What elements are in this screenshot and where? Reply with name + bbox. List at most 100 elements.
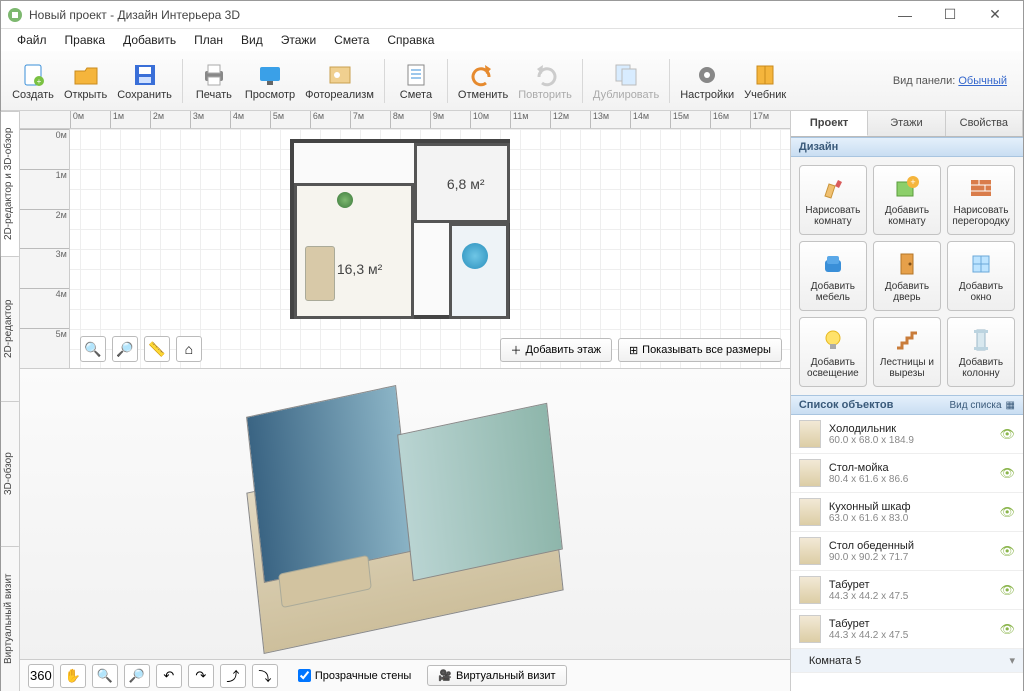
ruler-horizontal: 0м1м2м3м4м5м6м7м8м9м10м11м12м13м14м15м16… bbox=[20, 111, 790, 129]
room-2[interactable]: 6,8 м² bbox=[414, 143, 510, 223]
list-item[interactable]: Холодильник60.0 x 68.0 x 184.9👁 bbox=[791, 415, 1023, 454]
visibility-toggle[interactable]: 👁 bbox=[1000, 583, 1015, 597]
visibility-toggle[interactable]: 👁 bbox=[1000, 544, 1015, 558]
room-1-area-label: 16,3 м² bbox=[337, 261, 382, 277]
draw-partition-button[interactable]: Нарисовать перегородку bbox=[947, 165, 1015, 235]
virtual-visit-button[interactable]: 🎥Виртуальный визит bbox=[427, 665, 566, 686]
tab-3d[interactable]: 3D-обзор bbox=[1, 401, 19, 546]
photoreal-button[interactable]: Фотореализм bbox=[300, 56, 379, 106]
stairs-cutouts-button[interactable]: Лестницы и вырезы bbox=[873, 317, 941, 387]
rotate-left-button[interactable]: ↶ bbox=[156, 664, 182, 688]
pan-button[interactable]: ✋ bbox=[60, 664, 86, 688]
pencil-icon bbox=[819, 174, 847, 202]
tilt-up-button[interactable]: ⤴ bbox=[220, 664, 246, 688]
maximize-button[interactable]: ☐ bbox=[928, 1, 972, 29]
tab-virtual[interactable]: Виртуальный визит bbox=[1, 546, 19, 691]
transparent-walls-toggle[interactable]: Прозрачные стены bbox=[298, 669, 411, 682]
list-item[interactable]: Комната 5▾ bbox=[791, 649, 1023, 673]
main-toolbar: +Создать Открыть Сохранить Печать Просмо… bbox=[1, 51, 1023, 111]
right-panel: Проект Этажи Свойства Дизайн Нарисовать … bbox=[790, 111, 1023, 691]
save-button[interactable]: Сохранить bbox=[112, 56, 177, 106]
tab-project[interactable]: Проект bbox=[791, 111, 868, 136]
room-1[interactable]: 16,3 м² bbox=[294, 183, 414, 319]
menu-file[interactable]: Файл bbox=[9, 31, 55, 49]
object-thumb bbox=[799, 576, 821, 604]
duplicate-button[interactable]: Дублировать bbox=[588, 56, 664, 106]
room-2-area-label: 6,8 м² bbox=[447, 176, 485, 192]
create-button[interactable]: +Создать bbox=[7, 56, 59, 106]
add-window-button[interactable]: Добавить окно bbox=[947, 241, 1015, 311]
menu-view[interactable]: Вид bbox=[233, 31, 271, 49]
visibility-toggle[interactable]: 👁 bbox=[1000, 466, 1015, 480]
list-item[interactable]: Кухонный шкаф63.0 x 61.6 x 83.0👁 bbox=[791, 493, 1023, 532]
measure-tool[interactable]: 📏 bbox=[144, 336, 170, 362]
objects-list[interactable]: Холодильник60.0 x 68.0 x 184.9👁 Стол-мой… bbox=[791, 415, 1023, 691]
add-room-button[interactable]: +Добавить комнату bbox=[873, 165, 941, 235]
rotate-360-button[interactable]: 360 bbox=[28, 664, 54, 688]
svg-text:+: + bbox=[37, 77, 42, 86]
home-view-button[interactable]: ⌂ bbox=[176, 336, 202, 362]
estimate-button[interactable]: Смета bbox=[390, 56, 442, 106]
menu-add[interactable]: Добавить bbox=[115, 31, 184, 49]
tab-2d[interactable]: 2D-редактор bbox=[1, 256, 19, 401]
close-button[interactable]: ✕ bbox=[973, 1, 1017, 29]
menu-edit[interactable]: Правка bbox=[57, 31, 114, 49]
visibility-toggle[interactable]: 👁 bbox=[1000, 505, 1015, 519]
panel-mode-link[interactable]: Обычный bbox=[958, 75, 1007, 87]
open-button[interactable]: Открыть bbox=[59, 56, 112, 106]
add-lighting-button[interactable]: Добавить освещение bbox=[799, 317, 867, 387]
object-thumb bbox=[799, 459, 821, 487]
svg-text:+: + bbox=[910, 177, 915, 187]
redo-icon bbox=[529, 61, 561, 89]
add-floor-button[interactable]: ＋Добавить этаж bbox=[500, 338, 612, 362]
tab-properties[interactable]: Свойства bbox=[946, 111, 1023, 136]
selected-object-handle[interactable] bbox=[462, 243, 488, 269]
objects-section-header: Список объектов Вид списка ▦ bbox=[791, 395, 1023, 415]
list-item[interactable]: Табурет44.3 x 44.2 x 47.5👁 bbox=[791, 610, 1023, 649]
plant-object[interactable] bbox=[337, 192, 353, 208]
floor-plan[interactable]: 16,3 м² 6,8 м² bbox=[290, 139, 510, 319]
visibility-toggle[interactable]: 👁 bbox=[1000, 622, 1015, 636]
plan-2d-viewport[interactable]: 0м1м2м3м4м5м 16,3 м² 6,8 м² 🔍 🔎 📏 ⌂ bbox=[20, 129, 790, 369]
undo-button[interactable]: Отменить bbox=[453, 56, 513, 106]
zoom-out-3d-button[interactable]: 🔍 bbox=[92, 664, 118, 688]
print-button[interactable]: Печать bbox=[188, 56, 240, 106]
rotate-right-button[interactable]: ↷ bbox=[188, 664, 214, 688]
tutorial-button[interactable]: Учебник bbox=[739, 56, 791, 106]
add-furniture-button[interactable]: Добавить мебель bbox=[799, 241, 867, 311]
menu-plan[interactable]: План bbox=[186, 31, 231, 49]
ruler-vertical: 0м1м2м3м4м5м bbox=[20, 129, 70, 368]
show-all-dims-button[interactable]: ⊞Показывать все размеры bbox=[618, 338, 782, 362]
wall-right-3d bbox=[397, 403, 563, 582]
add-door-button[interactable]: Добавить дверь bbox=[873, 241, 941, 311]
room-3[interactable] bbox=[449, 223, 509, 319]
zoom-in-3d-button[interactable]: 🔎 bbox=[124, 664, 150, 688]
stairs-icon bbox=[893, 326, 921, 354]
add-column-button[interactable]: Добавить колонну bbox=[947, 317, 1015, 387]
tab-2d-3d[interactable]: 2D-редактор и 3D-обзор bbox=[1, 111, 19, 256]
redo-button[interactable]: Повторить bbox=[513, 56, 577, 106]
list-item[interactable]: Стол-мойка80.4 x 61.6 x 86.6👁 bbox=[791, 454, 1023, 493]
list-item[interactable]: Табурет44.3 x 44.2 x 47.5👁 bbox=[791, 571, 1023, 610]
preview-button[interactable]: Просмотр bbox=[240, 56, 300, 106]
window-icon bbox=[967, 250, 995, 278]
zoom-out-button[interactable]: 🔍 bbox=[80, 336, 106, 362]
tab-floors[interactable]: Этажи bbox=[868, 111, 945, 136]
sofa-object[interactable] bbox=[305, 246, 335, 301]
view-3d-viewport[interactable] bbox=[20, 369, 790, 659]
object-thumb bbox=[799, 537, 821, 565]
visibility-toggle[interactable]: 👁 bbox=[1000, 427, 1015, 441]
draw-room-button[interactable]: Нарисовать комнату bbox=[799, 165, 867, 235]
menubar: Файл Правка Добавить План Вид Этажи Смет… bbox=[1, 29, 1023, 51]
list-item[interactable]: Стол обеденный90.0 x 90.2 x 71.7👁 bbox=[791, 532, 1023, 571]
menu-floors[interactable]: Этажи bbox=[273, 31, 324, 49]
zoom-in-button[interactable]: 🔎 bbox=[112, 336, 138, 362]
list-view-toggle[interactable]: ▦ bbox=[1006, 400, 1015, 411]
room-plus-icon: + bbox=[893, 174, 921, 202]
settings-button[interactable]: Настройки bbox=[675, 56, 739, 106]
minimize-button[interactable]: — bbox=[883, 1, 927, 29]
tilt-down-button[interactable]: ⤵ bbox=[252, 664, 278, 688]
menu-estimate[interactable]: Смета bbox=[326, 31, 377, 49]
menu-help[interactable]: Справка bbox=[379, 31, 442, 49]
column-icon bbox=[967, 326, 995, 354]
